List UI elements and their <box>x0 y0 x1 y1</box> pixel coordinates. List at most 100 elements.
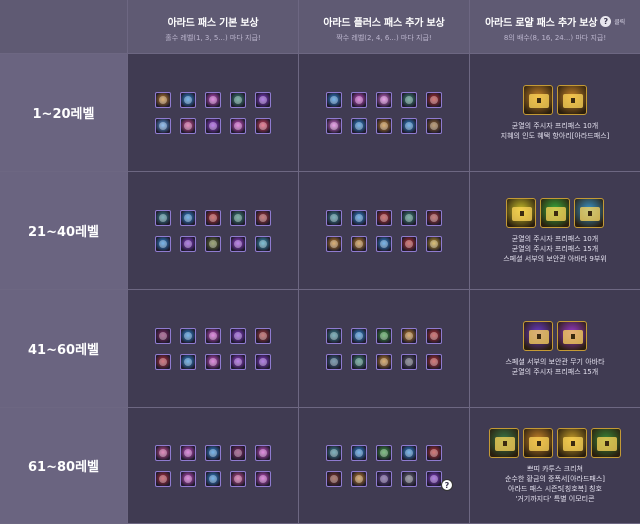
reward-item-icon[interactable] <box>205 470 221 487</box>
reward-item-icon[interactable] <box>376 91 392 108</box>
reward-item-icon[interactable] <box>205 327 221 344</box>
reward-item-icon[interactable] <box>205 353 221 370</box>
reward-item-icon[interactable] <box>376 209 392 226</box>
basic-rewards-cell <box>128 408 299 524</box>
reward-item-icon[interactable] <box>255 91 271 108</box>
reward-item-icon[interactable] <box>376 235 392 252</box>
reward-item-icon[interactable] <box>326 91 342 108</box>
reward-item-icon[interactable] <box>426 209 442 226</box>
reward-item-icon[interactable] <box>155 209 171 226</box>
reward-item-icon[interactable] <box>230 444 246 461</box>
reward-item-icon[interactable] <box>230 235 246 252</box>
reward-item-icon[interactable] <box>180 327 196 344</box>
reward-item-icon[interactable] <box>180 117 196 134</box>
royal-chest-icon[interactable] <box>489 427 519 458</box>
reward-item-icon[interactable] <box>351 235 367 252</box>
reward-item-icon[interactable] <box>180 209 196 226</box>
reward-item-icon[interactable] <box>155 91 171 108</box>
reward-item-icon[interactable] <box>351 470 367 487</box>
reward-item-icon[interactable] <box>326 470 342 487</box>
royal-chest-icon[interactable] <box>591 427 621 458</box>
reward-item-icon[interactable] <box>351 117 367 134</box>
reward-item-icon[interactable] <box>255 353 271 370</box>
royal-chest-icon[interactable] <box>557 320 587 351</box>
reward-item-icon[interactable] <box>155 444 171 461</box>
royal-reward-text: 스페셜 서부의 보안관 무기 아바타 균열의 주시자 프리패스 15개 <box>505 357 604 377</box>
reward-item-icon[interactable] <box>205 235 221 252</box>
reward-item-icon[interactable] <box>180 444 196 461</box>
royal-chest-icon[interactable] <box>540 197 570 228</box>
reward-item-icon[interactable] <box>401 91 417 108</box>
reward-item-icon[interactable] <box>326 353 342 370</box>
royal-reward-line: 균열의 주시자 프리패스 15개 <box>511 367 599 376</box>
reward-item-icon[interactable] <box>255 117 271 134</box>
reward-item-icon[interactable] <box>205 91 221 108</box>
royal-chest-icon[interactable] <box>523 320 553 351</box>
help-click-label[interactable]: 클릭 <box>614 17 625 26</box>
reward-item-icon[interactable] <box>351 327 367 344</box>
reward-item-icon[interactable] <box>376 353 392 370</box>
royal-chest-icon[interactable] <box>557 427 587 458</box>
royal-rewards-cell: 쁘띠 카투스 크리쳐 순수한 황금의 증폭서[아라드패스] 아라드 패스 시즌5[칭… <box>470 408 640 524</box>
reward-item-icon[interactable] <box>426 444 442 461</box>
reward-item-icon[interactable] <box>401 117 417 134</box>
reward-item-icon[interactable] <box>205 117 221 134</box>
reward-item-icon[interactable] <box>351 353 367 370</box>
reward-item-icon[interactable] <box>426 327 442 344</box>
reward-item-icon[interactable] <box>426 353 442 370</box>
reward-item-icon[interactable] <box>401 235 417 252</box>
reward-item-icon[interactable] <box>180 235 196 252</box>
reward-item-icon[interactable] <box>376 327 392 344</box>
reward-item-icon[interactable] <box>426 235 442 252</box>
reward-item-icon[interactable] <box>426 470 442 487</box>
reward-item-icon[interactable] <box>230 209 246 226</box>
reward-item-icon[interactable] <box>155 353 171 370</box>
reward-item-icon[interactable] <box>230 470 246 487</box>
basic-icon-grid <box>155 209 271 252</box>
reward-item-icon[interactable] <box>401 444 417 461</box>
reward-item-icon[interactable] <box>180 91 196 108</box>
help-icon[interactable]: ? <box>600 16 612 27</box>
reward-item-icon[interactable] <box>255 327 271 344</box>
reward-item-icon[interactable] <box>155 470 171 487</box>
reward-item-icon[interactable] <box>401 470 417 487</box>
royal-chest-icon[interactable] <box>523 427 553 458</box>
reward-item-icon[interactable] <box>155 327 171 344</box>
royal-chest-icon[interactable] <box>523 84 553 115</box>
reward-item-icon[interactable] <box>326 209 342 226</box>
reward-item-icon[interactable] <box>155 117 171 134</box>
reward-item-icon[interactable] <box>230 353 246 370</box>
royal-chest-icon[interactable] <box>574 197 604 228</box>
reward-item-icon[interactable] <box>205 209 221 226</box>
reward-item-icon[interactable] <box>230 327 246 344</box>
reward-item-icon[interactable] <box>401 327 417 344</box>
reward-item-icon[interactable] <box>376 470 392 487</box>
reward-item-icon[interactable] <box>351 91 367 108</box>
reward-item-icon[interactable] <box>255 470 271 487</box>
reward-item-icon[interactable] <box>351 444 367 461</box>
reward-item-icon[interactable] <box>255 209 271 226</box>
reward-item-icon[interactable] <box>376 117 392 134</box>
reward-item-icon[interactable] <box>426 91 442 108</box>
reward-item-icon[interactable] <box>401 209 417 226</box>
royal-chest-icon[interactable] <box>557 84 587 115</box>
royal-chest-icon[interactable] <box>506 197 536 228</box>
reward-item-icon[interactable] <box>401 353 417 370</box>
reward-item-icon[interactable] <box>255 444 271 461</box>
item-help-icon[interactable]: ? <box>441 479 453 491</box>
reward-item-icon[interactable] <box>326 327 342 344</box>
reward-item-icon[interactable] <box>255 235 271 252</box>
reward-item-icon[interactable] <box>351 209 367 226</box>
reward-item-icon[interactable] <box>376 444 392 461</box>
reward-item-icon[interactable] <box>426 117 442 134</box>
royal-reward-line: '거기까지다' 특별 이모티콘 <box>515 494 595 503</box>
reward-item-icon[interactable] <box>180 353 196 370</box>
reward-item-icon[interactable] <box>230 91 246 108</box>
reward-item-icon[interactable] <box>230 117 246 134</box>
reward-item-icon[interactable] <box>326 444 342 461</box>
reward-item-icon[interactable] <box>205 444 221 461</box>
reward-item-icon[interactable] <box>155 235 171 252</box>
reward-item-icon[interactable] <box>180 470 196 487</box>
reward-item-icon[interactable] <box>326 117 342 134</box>
reward-item-icon[interactable] <box>326 235 342 252</box>
